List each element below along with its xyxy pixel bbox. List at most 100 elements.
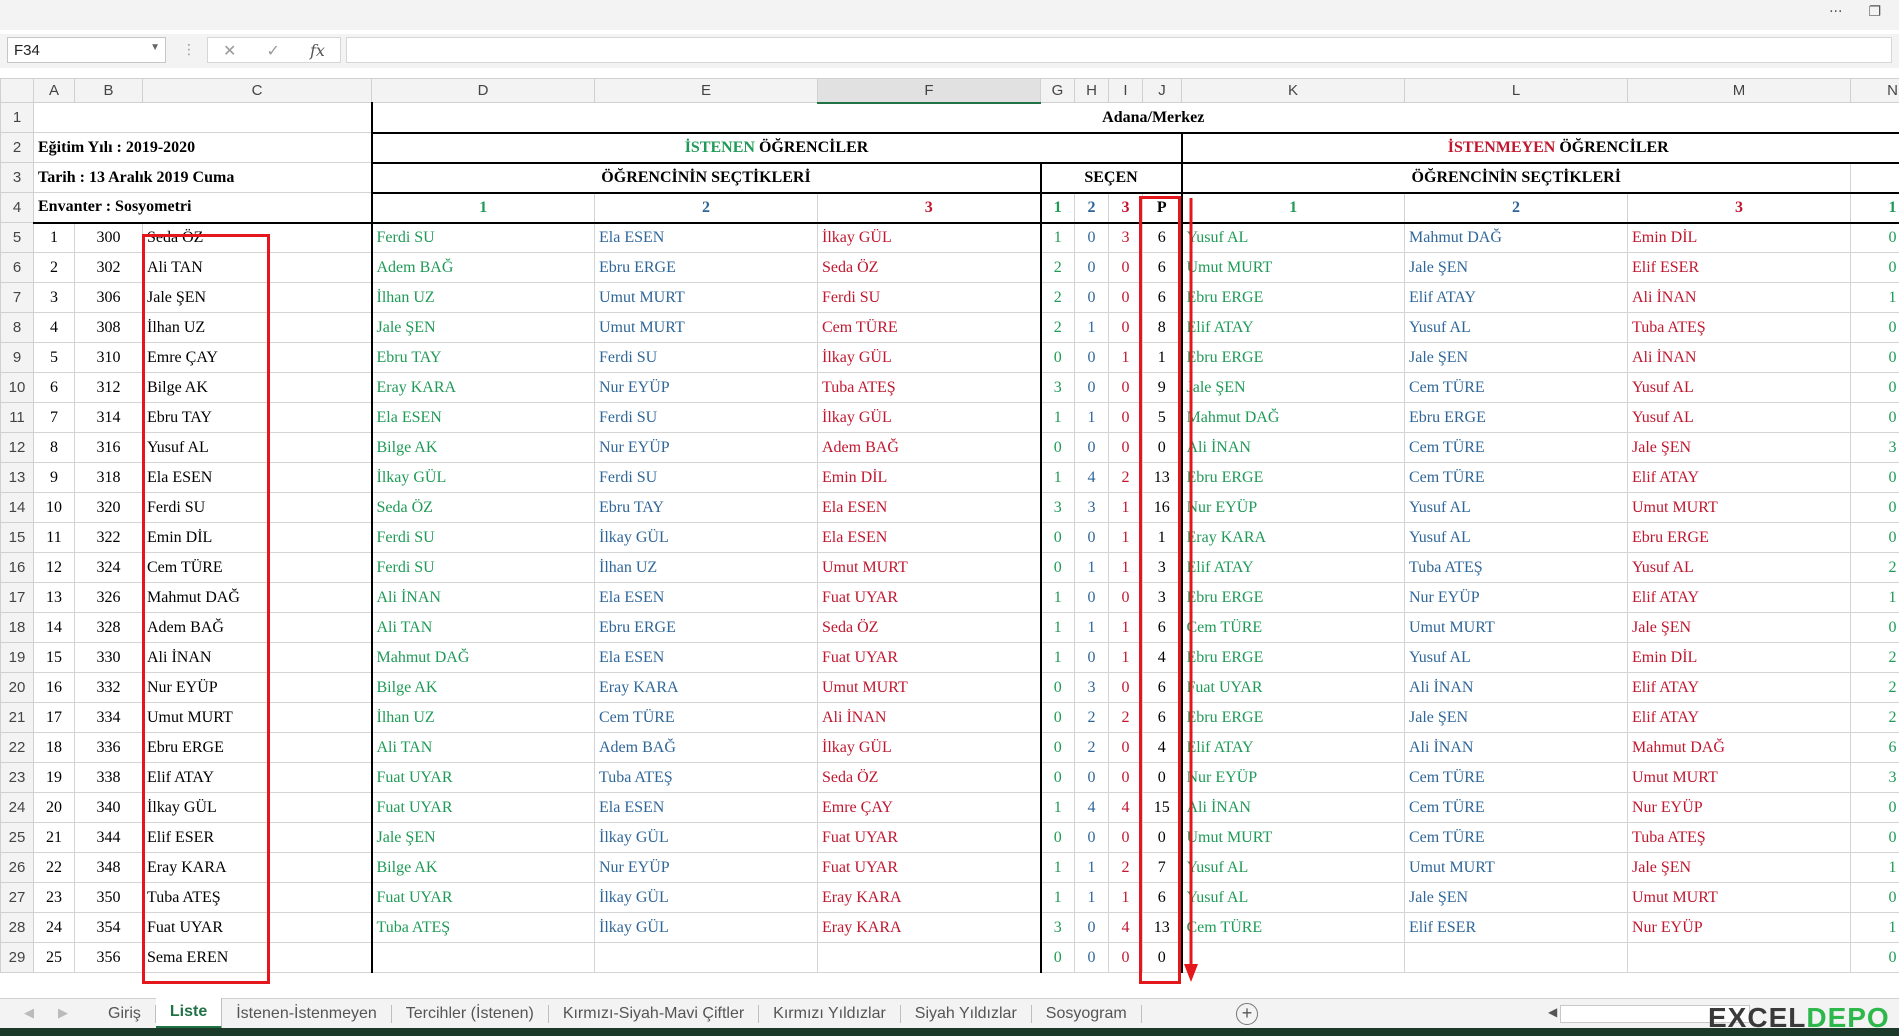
wanted-choice-1[interactable]: Jale ŞEN (371, 822, 595, 853)
column-header-b[interactable]: B (74, 78, 143, 103)
wanted-choice-1[interactable]: Bilge AK (371, 432, 595, 463)
unwanted-choice-3[interactable]: Emin DİL (1627, 222, 1851, 253)
wanted-choice-3[interactable]: Emre ÇAY (817, 792, 1042, 823)
unwanted-count-1[interactable]: 0 (1850, 402, 1899, 433)
unwanted-count-1[interactable]: 0 (1850, 882, 1899, 913)
points-value[interactable]: 15 (1142, 792, 1183, 823)
unwanted-choice-2[interactable]: Cem TÜRE (1404, 762, 1628, 793)
column-header-n[interactable]: N (1850, 78, 1899, 103)
chosen-count-3[interactable]: 4 (1108, 912, 1143, 943)
unwanted-choice-2[interactable]: Yusuf AL (1404, 492, 1628, 523)
points-value[interactable]: 16 (1142, 492, 1183, 523)
unwanted-choice-1[interactable]: Yusuf AL (1181, 852, 1405, 883)
unwanted-choice-1[interactable]: Nur EYÜP (1181, 492, 1405, 523)
chosen-count-3[interactable]: 1 (1108, 882, 1143, 913)
points-value[interactable]: 0 (1142, 822, 1183, 853)
wanted-choice-1[interactable]: İlhan UZ (371, 702, 595, 733)
sheet-tab[interactable]: İstenen-İstenmeyen (222, 1005, 392, 1023)
wanted-choice-2[interactable]: Ferdi SU (594, 402, 818, 433)
cell[interactable] (33, 102, 373, 133)
unwanted-choice-2[interactable]: Cem TÜRE (1404, 462, 1628, 493)
unwanted-count-1[interactable]: 2 (1850, 702, 1899, 733)
student-id[interactable]: 356 (74, 942, 143, 973)
wanted-choice-2[interactable]: Umut MURT (594, 282, 818, 313)
student-id[interactable]: 326 (74, 582, 143, 613)
chosen-count-1[interactable]: 0 (1040, 822, 1075, 853)
column-header-j[interactable]: J (1142, 78, 1182, 103)
chosen-count-2[interactable]: 2 (1074, 732, 1109, 763)
chosen-count-3[interactable]: 0 (1108, 372, 1143, 403)
student-name[interactable]: Tuba ATEŞ (142, 882, 373, 913)
unwanted-count-1[interactable]: 0 (1850, 252, 1899, 283)
unwanted-choice-1[interactable]: Fuat UYAR (1181, 672, 1405, 703)
points-value[interactable]: 6 (1142, 882, 1183, 913)
unwanted-count-1[interactable]: 1 (1850, 912, 1899, 943)
chosen-count-3[interactable]: 1 (1108, 552, 1143, 583)
student-number[interactable]: 13 (33, 582, 75, 613)
unwanted-choice-3[interactable]: Yusuf AL (1627, 372, 1851, 403)
unwanted-choice-3[interactable]: Yusuf AL (1627, 552, 1851, 583)
insert-function-icon[interactable]: fx (310, 41, 325, 60)
unwanted-choice-3[interactable]: Jale ŞEN (1627, 432, 1851, 463)
student-id[interactable]: 300 (74, 222, 143, 253)
choice-number[interactable]: 3 (1108, 192, 1143, 224)
wanted-choice-2[interactable]: Ferdi SU (594, 462, 818, 493)
chosen-count-1[interactable]: 0 (1040, 522, 1075, 553)
column-header-g[interactable]: G (1040, 78, 1075, 103)
wanted-choice-3[interactable]: Eray KARA (817, 912, 1042, 943)
column-header-c[interactable]: C (142, 78, 372, 103)
row-header[interactable]: 20 (0, 672, 34, 703)
chosen-count-2[interactable]: 0 (1074, 642, 1109, 673)
wanted-choice-1[interactable]: Ebru TAY (371, 342, 595, 373)
column-header-a[interactable]: A (33, 78, 75, 103)
student-name[interactable]: İlkay GÜL (142, 792, 373, 823)
wanted-choice-1[interactable]: Ali İNAN (371, 582, 595, 613)
student-name[interactable]: Seda ÖZ (142, 222, 373, 253)
drag-handle-icon[interactable]: ⋮ (182, 42, 196, 58)
unwanted-count-1[interactable]: 0 (1850, 372, 1899, 403)
unwanted-choice-3[interactable]: Elif ATAY (1627, 582, 1851, 613)
wanted-choice-3[interactable]: Seda ÖZ (817, 252, 1042, 283)
chosen-count-3[interactable]: 1 (1108, 642, 1143, 673)
student-name[interactable]: Elif ATAY (142, 762, 373, 793)
cell[interactable] (1850, 162, 1899, 194)
student-number[interactable]: 15 (33, 642, 75, 673)
points-value[interactable]: 13 (1142, 462, 1183, 493)
unwanted-count-1[interactable]: 0 (1850, 342, 1899, 373)
wanted-choice-2[interactable]: Ebru TAY (594, 492, 818, 523)
wanted-choice-2[interactable]: İlhan UZ (594, 552, 818, 583)
row-header[interactable]: 13 (0, 462, 34, 493)
student-id[interactable]: 316 (74, 432, 143, 463)
chosen-count-1[interactable]: 1 (1040, 612, 1075, 643)
wanted-choice-3[interactable]: Ela ESEN (817, 522, 1042, 553)
student-number[interactable]: 4 (33, 312, 75, 343)
wanted-choice-3[interactable]: İlkay GÜL (817, 732, 1042, 763)
row-header[interactable]: 11 (0, 402, 34, 433)
chosen-count-1[interactable]: 1 (1040, 462, 1075, 493)
unwanted-choice-3[interactable]: Elif ESER (1627, 252, 1851, 283)
chosen-count-1[interactable]: 0 (1040, 552, 1075, 583)
wanted-choice-2[interactable]: Ebru ERGE (594, 612, 818, 643)
row-header[interactable]: 17 (0, 582, 34, 613)
chosen-count-2[interactable]: 0 (1074, 432, 1109, 463)
points-value[interactable]: 6 (1142, 672, 1183, 703)
chosen-count-1[interactable]: 0 (1040, 702, 1075, 733)
wanted-choice-2[interactable]: Nur EYÜP (594, 852, 818, 883)
unwanted-students-header[interactable]: İSTENMEYEN ÖĞRENCİLER (1181, 132, 1899, 164)
points-value[interactable]: 1 (1142, 522, 1183, 553)
student-name[interactable]: Ferdi SU (142, 492, 373, 523)
unwanted-choice-2[interactable]: Yusuf AL (1404, 642, 1628, 673)
chosen-count-1[interactable]: 2 (1040, 282, 1075, 313)
row-header[interactable]: 24 (0, 792, 34, 823)
chosen-count-2[interactable]: 0 (1074, 282, 1109, 313)
wanted-choice-2[interactable]: Ebru ERGE (594, 252, 818, 283)
chosen-count-2[interactable]: 1 (1074, 312, 1109, 343)
unwanted-choice-2[interactable]: Umut MURT (1404, 612, 1628, 643)
unwanted-choice-1[interactable]: Umut MURT (1181, 252, 1405, 283)
chosen-count-3[interactable]: 0 (1108, 252, 1143, 283)
row-header[interactable]: 23 (0, 762, 34, 793)
wanted-choice-2[interactable]: Ela ESEN (594, 792, 818, 823)
wanted-choice-3[interactable]: Ferdi SU (817, 282, 1042, 313)
student-id[interactable]: 320 (74, 492, 143, 523)
unwanted-choice-3[interactable]: Nur EYÜP (1627, 792, 1851, 823)
